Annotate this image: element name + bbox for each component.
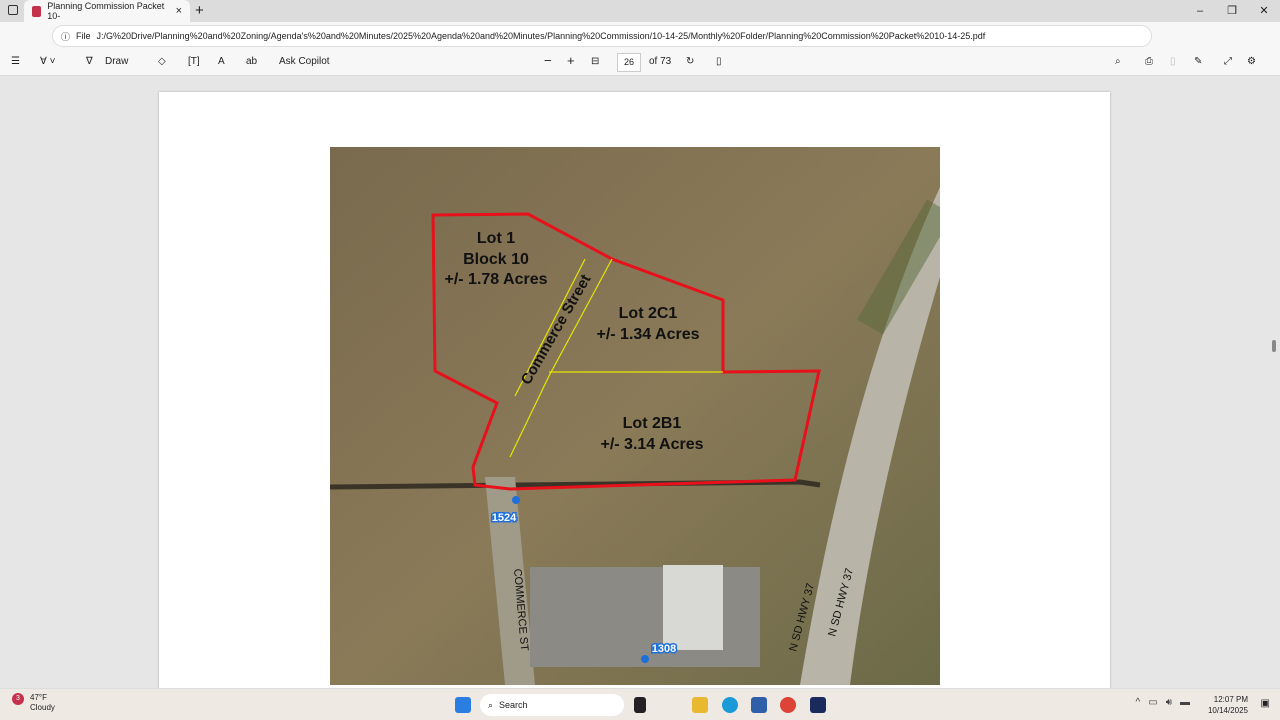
lot1-acres: +/- 1.78 Acres <box>444 271 547 288</box>
page-number-input[interactable]: 26 <box>617 53 641 72</box>
url-bar[interactable]: ⓘ File J:/G%20Drive/Planning%20and%20Zon… <box>52 25 1152 47</box>
chrome-icon[interactable] <box>780 697 796 713</box>
text-box-icon[interactable]: [T] <box>188 56 200 67</box>
save-as-icon[interactable]: ✎ <box>1194 56 1202 67</box>
weather-condition: Cloudy <box>30 703 55 712</box>
address-1524: 1524 <box>492 512 517 524</box>
pdf-toolbar: ☰ ∀ ˅ ∇ Draw ◇ [T] A ab Ask Copilot − + … <box>0 50 1280 76</box>
draw-icon[interactable]: ∇ <box>86 56 93 67</box>
file-label: File <box>76 31 91 41</box>
url-text[interactable]: J:/G%20Drive/Planning%20and%20Zoning/Age… <box>97 31 986 41</box>
fullscreen-icon[interactable]: ⤢ <box>1224 56 1232 67</box>
weather-badge: 3 <box>12 693 24 705</box>
aerial-map: Lot 1 Block 10 +/- 1.78 Acres Lot 2C1 +/… <box>330 147 940 685</box>
building <box>663 565 723 650</box>
date: 10/14/2025 <box>1207 706 1248 715</box>
read-aloud-icon[interactable]: A <box>218 56 225 67</box>
page-total: of 73 <box>649 56 672 67</box>
settings-icon[interactable]: ⚙ <box>1247 56 1256 67</box>
file-explorer-icon[interactable] <box>692 697 708 713</box>
scrollbar-thumb[interactable] <box>1272 340 1276 352</box>
tab-bar: Planning Commission Packet 10- × + – ❐ ✕ <box>0 0 1280 22</box>
close-window-button[interactable]: ✕ <box>1248 0 1280 22</box>
find-icon[interactable]: ⌕ <box>1115 56 1121 67</box>
weather-widget[interactable]: 3 47°F Cloudy <box>12 693 55 713</box>
lot2c1-acres: +/- 1.34 Acres <box>596 326 699 343</box>
close-tab-icon[interactable]: × <box>176 5 182 17</box>
search-label: Search <box>499 700 528 710</box>
lot2b1-acres: +/- 3.14 Acres <box>600 436 703 453</box>
fit-page-icon[interactable]: ⊟ <box>591 56 599 67</box>
chevron-up-icon[interactable]: ^ <box>1136 697 1141 708</box>
taskbar-search[interactable]: ⌕ Search <box>480 694 624 716</box>
lot1-block: Block 10 <box>463 251 529 268</box>
zoom-out-button[interactable]: − <box>544 53 552 68</box>
taskbar: 3 47°F Cloudy ⌕ Search ^ ▭ 🔊︎ ▬ 12:07 PM 10/14… <box>0 688 1280 720</box>
tab-active[interactable]: Planning Commission Packet 10- × <box>24 0 190 22</box>
start-icon[interactable] <box>455 697 471 713</box>
zoom-in-button[interactable]: + <box>567 53 575 68</box>
translate-icon[interactable]: ab <box>246 56 257 67</box>
app-icon-2[interactable] <box>810 697 826 713</box>
lot1-label: Lot 1 <box>477 230 515 247</box>
volume-icon[interactable]: 🔊︎ <box>1166 697 1172 708</box>
store-icon[interactable] <box>751 697 767 713</box>
tab-title: Planning Commission Packet 10- <box>47 1 165 21</box>
print-icon[interactable]: ⎙ <box>1145 56 1153 67</box>
ask-copilot-button[interactable]: Ask Copilot <box>279 56 330 67</box>
temperature: 47°F <box>30 693 47 702</box>
lot2c1-label: Lot 2C1 <box>619 305 678 322</box>
highlight-icon[interactable]: ∀ ˅ <box>40 56 55 67</box>
search-icon: ⌕ <box>488 699 494 710</box>
maximize-button[interactable]: ❐ <box>1216 0 1248 22</box>
address-dot <box>641 655 649 663</box>
eraser-icon[interactable]: ◇ <box>158 56 166 67</box>
edge-icon[interactable] <box>722 697 738 713</box>
rotate-icon[interactable]: ↻ <box>686 56 694 67</box>
clock[interactable]: 12:07 PM 10/14/2025 <box>1208 694 1248 716</box>
save-icon[interactable]: ▯ <box>1170 56 1176 67</box>
battery-icon[interactable]: ▬ <box>1180 697 1190 708</box>
parking-lot <box>530 567 760 667</box>
lot2b1-label: Lot 2B1 <box>623 415 682 432</box>
notifications-icon[interactable]: ▣ <box>1261 698 1270 709</box>
app-icon[interactable] <box>634 697 646 713</box>
new-tab-button[interactable]: + <box>195 2 204 19</box>
address-1308: 1308 <box>652 643 676 655</box>
time: 12:07 PM <box>1213 695 1248 704</box>
network-icon[interactable]: ▭ <box>1148 697 1157 708</box>
contents-icon[interactable]: ☰ <box>11 56 20 67</box>
address-bar-row: ← ↻ ⓘ File J:/G%20Drive/Planning%20and%2… <box>0 22 1280 63</box>
page-view-icon[interactable]: ▯ <box>716 56 722 67</box>
pdf-icon <box>32 5 42 17</box>
address-dot <box>512 496 520 504</box>
info-icon: ⓘ <box>61 31 71 42</box>
draw-button[interactable]: Draw <box>105 56 128 67</box>
tab-actions-icon[interactable] <box>8 5 18 15</box>
minimize-button[interactable]: – <box>1184 0 1216 22</box>
